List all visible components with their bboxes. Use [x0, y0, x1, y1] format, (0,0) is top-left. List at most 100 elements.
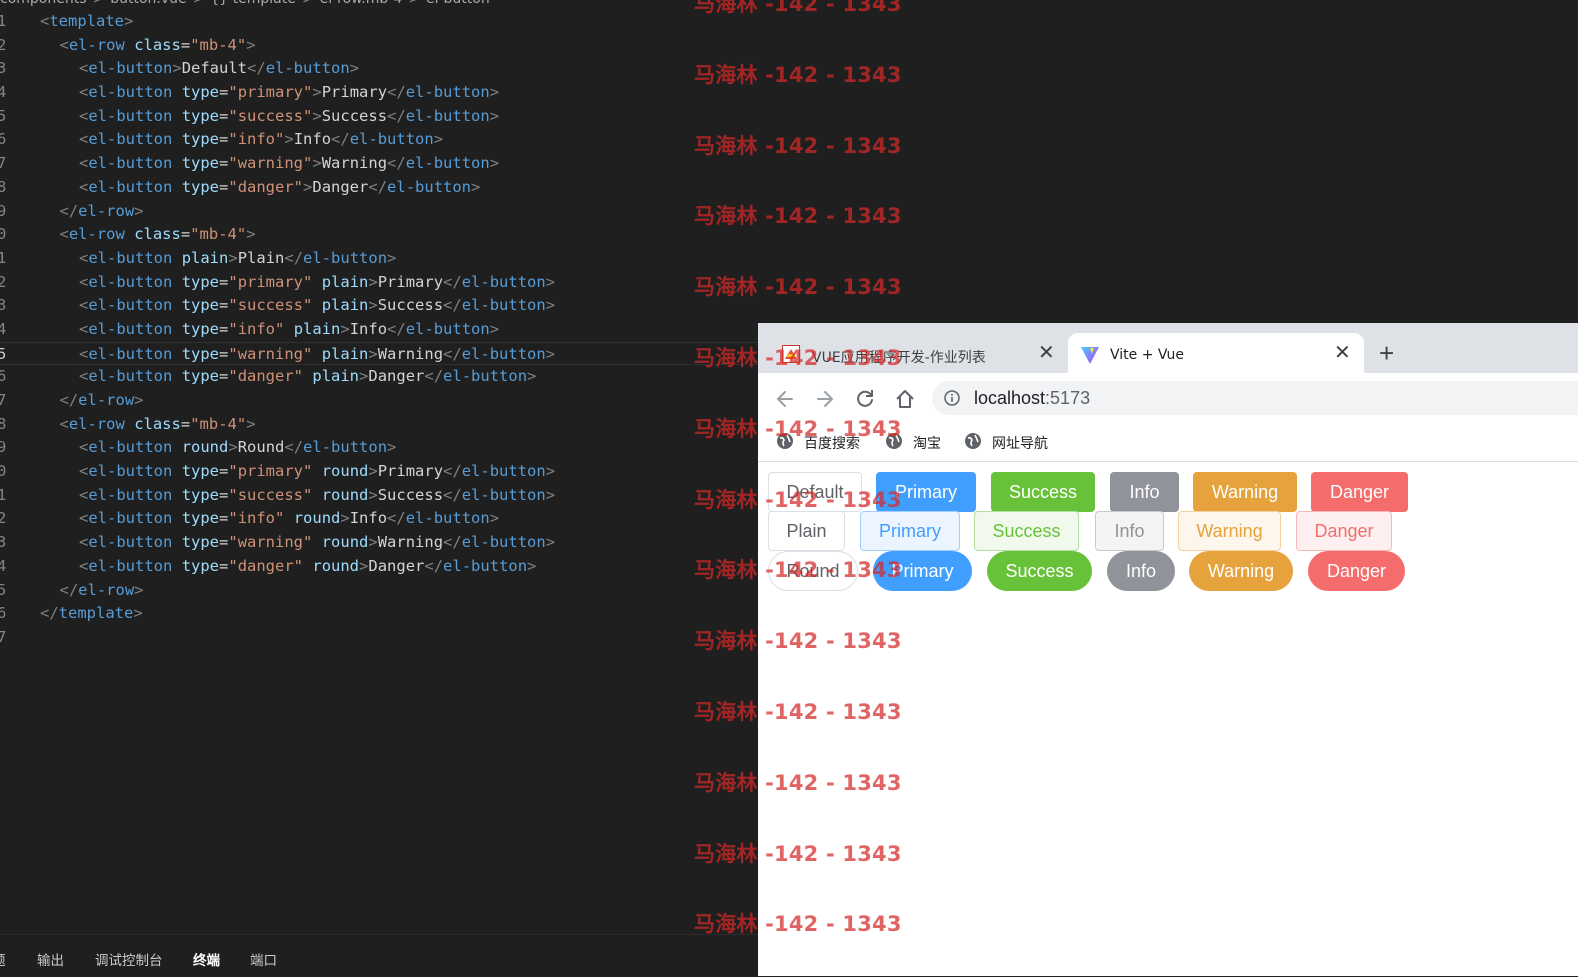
code-token-tag: el-button — [405, 154, 490, 173]
code-text: <el-button type="warning" plain>Warning<… — [79, 343, 555, 367]
breadcrumb-item[interactable]: components — [0, 0, 87, 7]
breadcrumb[interactable]: components > button.vue > {} template > el-row… — [0, 0, 496, 9]
success-round-button[interactable]: Success — [987, 551, 1092, 591]
back-arrow-icon[interactable] — [774, 388, 796, 410]
breadcrumb-item[interactable]: {} template — [210, 0, 295, 7]
code-token-attr: type — [181, 296, 220, 315]
code-token-punc: < — [79, 485, 89, 504]
close-icon[interactable]: ✕ — [1038, 343, 1055, 363]
code-token-text: = — [219, 272, 229, 291]
code-line[interactable]: 4 <el-button type="danger" round>Danger</… — [0, 555, 760, 579]
panel-tab[interactable]: 调试控制台 — [95, 949, 163, 969]
url-text: localhost:5173 — [974, 388, 1090, 409]
code-area[interactable]: 1 <template> 2 <el-row class="mb-4"> 3 <el-bu… — [0, 10, 760, 650]
line-number: 2 — [0, 35, 7, 54]
line-number: 6 — [0, 604, 7, 623]
code-token-attr: type — [181, 462, 220, 481]
code-token-text: Plain — [237, 248, 285, 267]
code-line[interactable]: 6 <el-button type="danger" plain>Danger</… — [0, 365, 760, 389]
danger-default-button[interactable]: Danger — [1311, 472, 1408, 512]
code-token-text: Primary — [377, 272, 444, 291]
info-round-button[interactable]: Info — [1107, 551, 1175, 591]
code-line[interactable]: 6 </template> — [0, 602, 760, 626]
code-token-punc: > — [312, 154, 322, 173]
code-token-punc: </ — [59, 391, 79, 409]
page-content: Default Primary Success Info Warning Danger Pl… — [758, 462, 1578, 976]
code-line[interactable]: 0 <el-button type="primary" round>Primary… — [0, 460, 760, 484]
bookmark-label: 百度搜索 — [804, 436, 860, 452]
danger-plain-button[interactable]: Danger — [1296, 511, 1392, 551]
default-default-button[interactable]: Default — [768, 472, 862, 512]
warning-plain-button[interactable]: Warning — [1178, 511, 1281, 551]
default-round-button[interactable]: Round — [768, 551, 858, 591]
browser-toolbar: localhost:5173 — [758, 373, 1578, 423]
code-line[interactable]: 5 <el-button type="warning" plain>Warning… — [0, 341, 760, 367]
primary-default-button[interactable]: Primary — [876, 472, 976, 512]
code-line[interactable]: 3 <el-button type="warning" round>Warning… — [0, 531, 760, 555]
code-line[interactable]: 7 <el-button type="warning">Warning</el-b… — [0, 152, 760, 176]
code-line[interactable]: 2 <el-button type="primary" plain>Primary… — [0, 271, 760, 295]
code-line[interactable]: 5 <el-button type="success">Success</el-b… — [0, 105, 760, 129]
code-line[interactable]: 1 <template> — [0, 10, 760, 34]
code-line[interactable]: 9 <el-button round>Round</el-button> — [0, 436, 760, 460]
danger-round-button[interactable]: Danger — [1308, 551, 1405, 591]
home-icon[interactable] — [894, 388, 916, 410]
tab-homework-list[interactable]: VUE应用程序开发-作业列表 ✕ — [776, 333, 1068, 373]
code-token-punc: > — [368, 533, 378, 552]
info-default-button[interactable]: Info — [1110, 472, 1179, 512]
primary-plain-button[interactable]: Primary — [860, 511, 960, 551]
code-line[interactable]: 6 <el-button type="info">Info</el-button> — [0, 128, 760, 152]
code-token-attr: type — [181, 533, 220, 552]
warning-round-button[interactable]: Warning — [1189, 551, 1293, 591]
code-line[interactable]: 2 <el-row class="mb-4"> — [0, 34, 760, 58]
success-plain-button[interactable]: Success — [974, 511, 1079, 551]
code-token-attr: class — [134, 414, 181, 433]
code-line[interactable]: 4 <el-button type="primary">Primary</el-b… — [0, 81, 760, 105]
breadcrumb-item[interactable]: el-row.mb-4 — [320, 0, 403, 7]
code-line[interactable]: 1 <el-button type="success" round>Success… — [0, 484, 760, 508]
success-default-button[interactable]: Success — [991, 472, 1095, 512]
close-icon[interactable]: ✕ — [1334, 343, 1351, 363]
code-token-punc: > — [387, 248, 397, 267]
forward-arrow-icon[interactable] — [814, 388, 836, 410]
address-bar[interactable]: localhost:5173 — [932, 381, 1578, 415]
warning-default-button[interactable]: Warning — [1193, 472, 1297, 512]
code-token-text: Success — [321, 106, 388, 125]
panel-tab[interactable]: 端口 — [250, 949, 277, 969]
info-plain-button[interactable]: Info — [1095, 511, 1164, 551]
code-line[interactable]: 3 <el-button>Default</el-button> — [0, 57, 760, 81]
code-line[interactable]: 8 <el-button type="danger">Danger</el-but… — [0, 176, 760, 200]
code-line[interactable]: 5 </el-row> — [0, 579, 760, 603]
code-token-text: Warning — [377, 344, 444, 363]
code-line[interactable]: 4 <el-button type="info" plain>Info</el-b… — [0, 318, 760, 342]
panel-tab[interactable]: 终端 — [193, 949, 220, 969]
panel-tab[interactable]: 题 — [0, 949, 6, 969]
code-line[interactable]: 0 <el-row class="mb-4"> — [0, 223, 760, 247]
code-line[interactable]: 9 </el-row> — [0, 200, 760, 224]
code-token-punc: < — [79, 509, 89, 528]
code-token-punc: > — [489, 106, 500, 125]
breadcrumb-item[interactable]: el-button — [426, 0, 490, 7]
code-line[interactable]: 2 <el-button type="info" round>Info</el-b… — [0, 507, 760, 531]
info-icon[interactable] — [944, 390, 960, 406]
default-plain-button[interactable]: Plain — [768, 511, 845, 551]
primary-round-button[interactable]: Primary — [873, 551, 972, 591]
code-line[interactable]: 8 <el-row class="mb-4"> — [0, 413, 760, 437]
code-editor[interactable]: components > button.vue > {} template > el-row… — [0, 0, 760, 977]
tab-vite-vue[interactable]: Vite + Vue ✕ — [1068, 333, 1364, 373]
panel-tab[interactable]: 输出 — [37, 949, 64, 969]
code-token-attr: round — [293, 509, 341, 528]
code-token-tag: el-button — [405, 319, 490, 338]
breadcrumb-item[interactable]: button.vue — [110, 0, 186, 7]
code-line[interactable]: 3 <el-button type="success" plain>Success… — [0, 294, 760, 318]
code-line[interactable]: 1 <el-button plain>Plain</el-button> — [0, 247, 760, 271]
code-line[interactable]: 7 </el-row> — [0, 389, 760, 413]
code-token-punc: < — [59, 414, 69, 433]
reload-icon[interactable] — [854, 388, 876, 410]
new-tab-button[interactable]: + — [1379, 340, 1394, 366]
code-line[interactable]: 7 — [0, 626, 760, 650]
code-token-punc: < — [79, 462, 89, 481]
